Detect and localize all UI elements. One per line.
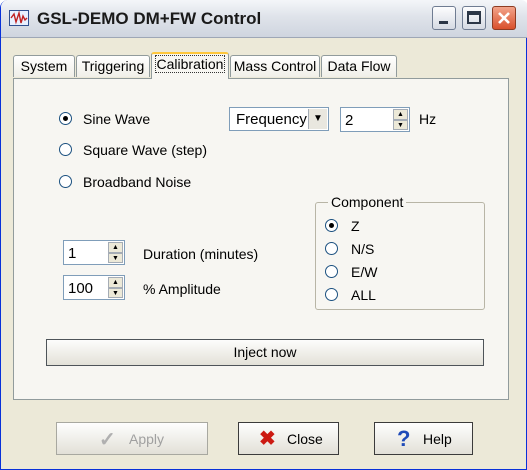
maximize-button[interactable] bbox=[462, 6, 486, 30]
tab-calibration[interactable]: Calibration bbox=[151, 52, 229, 79]
tab-triggering[interactable]: Triggering bbox=[76, 55, 150, 77]
waveform-app-icon bbox=[9, 10, 29, 26]
spin-up-icon[interactable]: ▲ bbox=[108, 277, 123, 288]
minimize-icon bbox=[439, 21, 448, 24]
component-z-radio[interactable] bbox=[325, 219, 338, 232]
spin-down-icon[interactable]: ▼ bbox=[108, 252, 123, 263]
close-window-button[interactable] bbox=[492, 6, 516, 30]
red-x-icon: ✖ bbox=[259, 428, 276, 450]
broadband-noise-radio[interactable] bbox=[59, 175, 72, 188]
maximize-icon bbox=[467, 11, 481, 24]
spin-up-icon[interactable]: ▲ bbox=[108, 242, 123, 253]
square-wave-radio[interactable] bbox=[59, 143, 72, 156]
window: GSL-DEMO DM+FW Control System Triggering… bbox=[0, 0, 527, 470]
tab-label: Triggering bbox=[81, 58, 145, 74]
component-group-title: Component bbox=[328, 194, 407, 210]
parameter-dropdown[interactable]: Frequency ▼ bbox=[229, 107, 329, 131]
tab-system[interactable]: System bbox=[13, 55, 75, 77]
close-label: Close bbox=[287, 431, 323, 447]
tab-label: System bbox=[20, 58, 68, 74]
checkmark-icon: ✓ bbox=[99, 429, 116, 451]
tab-label: Data Flow bbox=[327, 58, 391, 74]
minimize-button[interactable] bbox=[432, 6, 456, 30]
close-button[interactable]: ✖ Close bbox=[238, 422, 339, 455]
sine-wave-label[interactable]: Sine Wave bbox=[83, 111, 150, 127]
component-z-label[interactable]: Z bbox=[351, 218, 360, 234]
component-ew-label[interactable]: E/W bbox=[351, 264, 377, 280]
spin-up-icon[interactable]: ▲ bbox=[393, 109, 408, 120]
close-icon bbox=[498, 12, 510, 24]
frequency-unit: Hz bbox=[419, 111, 437, 127]
help-button[interactable]: ? Help bbox=[374, 422, 473, 455]
apply-button[interactable]: ✓ Apply bbox=[56, 422, 208, 455]
help-label: Help bbox=[423, 431, 452, 447]
sine-wave-radio[interactable] bbox=[59, 112, 72, 125]
duration-label: Duration (minutes) bbox=[143, 246, 259, 262]
duration-spinner[interactable]: 1 ▲ ▼ bbox=[63, 240, 125, 265]
frequency-spinner[interactable]: 2 ▲ ▼ bbox=[340, 107, 410, 132]
amplitude-value[interactable]: 100 bbox=[68, 280, 93, 297]
duration-value[interactable]: 1 bbox=[68, 245, 76, 262]
parameter-dropdown-value: Frequency bbox=[236, 111, 307, 128]
amplitude-label: % Amplitude bbox=[143, 281, 221, 297]
component-group: Component bbox=[315, 194, 485, 310]
tab-data-flow[interactable]: Data Flow bbox=[321, 55, 397, 77]
question-mark-icon: ? bbox=[397, 426, 411, 451]
component-ns-radio[interactable] bbox=[325, 242, 338, 255]
window-title: GSL-DEMO DM+FW Control bbox=[37, 9, 262, 28]
amplitude-spinner[interactable]: 100 ▲ ▼ bbox=[63, 275, 125, 300]
square-wave-label[interactable]: Square Wave (step) bbox=[83, 142, 207, 158]
spin-down-icon[interactable]: ▼ bbox=[393, 119, 408, 130]
component-all-radio[interactable] bbox=[325, 288, 338, 301]
chevron-down-icon[interactable]: ▼ bbox=[308, 109, 327, 129]
apply-label: Apply bbox=[129, 431, 165, 447]
tab-label: Calibration bbox=[154, 55, 226, 73]
title-bar[interactable]: GSL-DEMO DM+FW Control bbox=[1, 0, 527, 38]
inject-now-button[interactable]: Inject now bbox=[46, 339, 484, 366]
component-ns-label[interactable]: N/S bbox=[351, 241, 374, 257]
broadband-noise-label[interactable]: Broadband Noise bbox=[83, 174, 191, 190]
spin-down-icon[interactable]: ▼ bbox=[108, 287, 123, 298]
tab-label: Mass Control bbox=[233, 58, 317, 74]
frequency-value[interactable]: 2 bbox=[345, 112, 353, 129]
component-ew-radio[interactable] bbox=[325, 265, 338, 278]
component-all-label[interactable]: ALL bbox=[351, 287, 376, 303]
tab-mass-control[interactable]: Mass Control bbox=[230, 55, 320, 77]
